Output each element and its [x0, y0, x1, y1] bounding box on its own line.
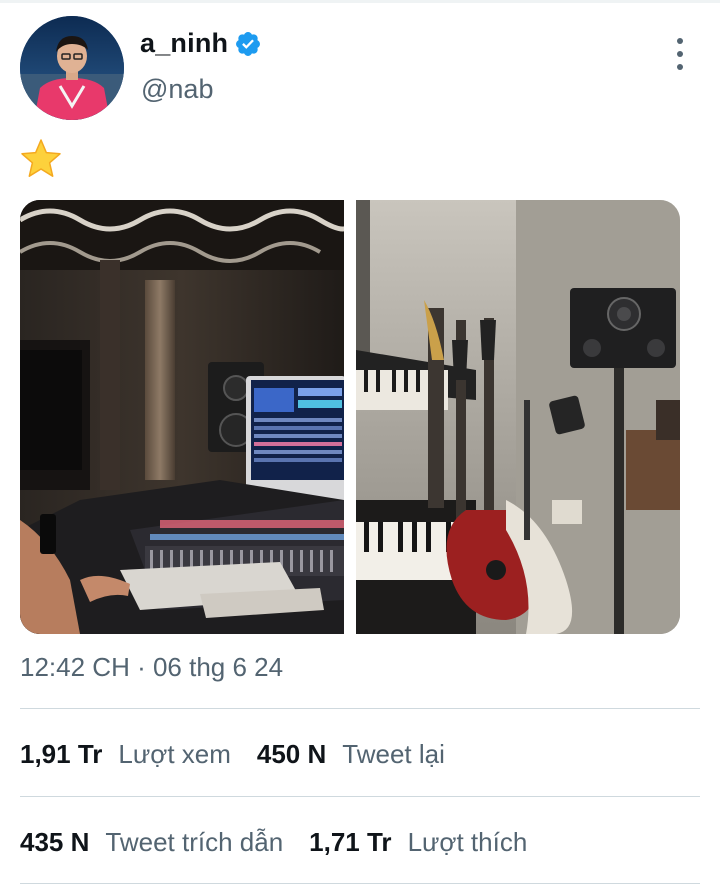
retweets-stat[interactable]: 450 N Tweet lại — [257, 739, 445, 770]
dot — [677, 64, 683, 70]
quotes-count: 435 N — [20, 826, 90, 857]
views-stat[interactable]: 1,91 Tr Lượt xem — [20, 739, 231, 770]
top-border — [0, 0, 720, 3]
stats-row-1: 1,91 Tr Lượt xem 450 N Tweet lại — [20, 731, 700, 777]
media-photo-studio-console[interactable] — [20, 200, 344, 634]
star-emoji-icon — [20, 138, 62, 180]
likes-label: Lượt thích — [407, 826, 528, 857]
timestamp-link[interactable]: 12:42 CH · 06 thg 6 24 — [20, 652, 283, 682]
media-photo-studio-guitars[interactable] — [356, 200, 680, 634]
more-options-icon[interactable] — [668, 34, 692, 74]
divider — [20, 883, 700, 884]
divider — [20, 796, 700, 797]
tweet-text — [20, 138, 62, 180]
divider — [20, 708, 700, 709]
retweets-label: Tweet lại — [342, 738, 445, 769]
quotes-label: Tweet trích dẫn — [105, 826, 284, 857]
stats-row-2: 435 N Tweet trích dẫn 1,71 Tr Lượt thích — [20, 819, 700, 865]
likes-stat[interactable]: 1,71 Tr Lượt thích — [309, 827, 527, 858]
dot — [677, 38, 683, 44]
verified-badge-icon — [234, 30, 262, 58]
likes-count: 1,71 Tr — [309, 826, 392, 857]
user-handle[interactable]: @nab — [141, 74, 213, 105]
media-grid — [20, 200, 680, 634]
dot — [677, 51, 683, 57]
display-name[interactable]: a_ninh — [140, 28, 228, 59]
retweets-count: 450 N — [256, 738, 327, 769]
views-count: 1,91 Tr — [20, 738, 103, 769]
quotes-stat[interactable]: 435 N Tweet trích dẫn — [20, 827, 283, 858]
avatar[interactable] — [20, 16, 124, 120]
tweet-timestamp: 12:42 CH · 06 thg 6 24 — [20, 652, 283, 683]
tweet-header: a_ninh @nab — [20, 16, 700, 122]
name-row: a_ninh — [140, 28, 262, 59]
views-label: Lượt xem — [118, 738, 231, 769]
